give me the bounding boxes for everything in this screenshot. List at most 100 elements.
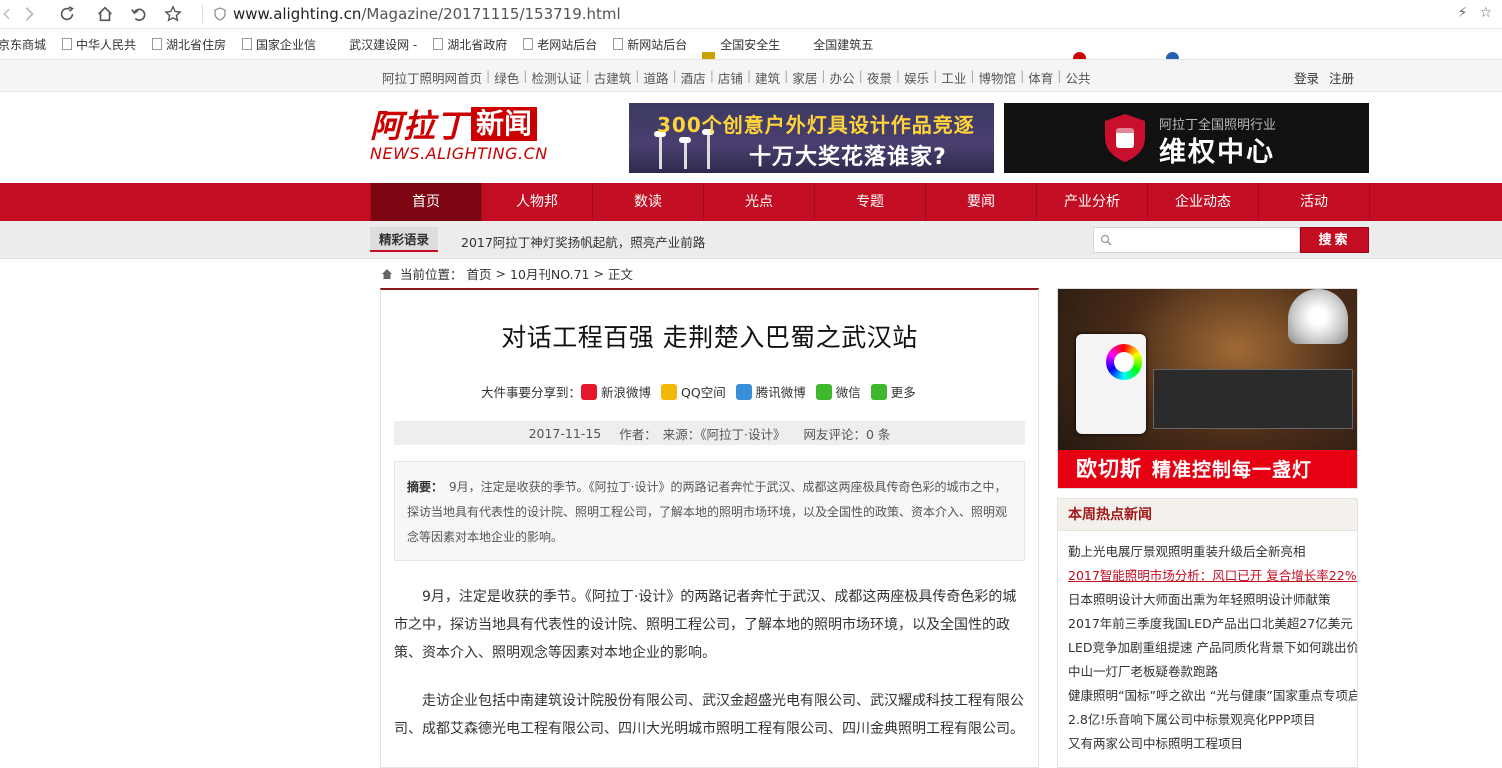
nav-tab[interactable]: 人物邦 — [482, 183, 593, 221]
reload-icon[interactable] — [52, 0, 82, 29]
category-link[interactable]: 娱乐 — [904, 68, 929, 87]
color-wheel-graphic — [1106, 344, 1142, 380]
lightning-icon[interactable]: ⚡ — [1458, 5, 1468, 21]
undo-icon[interactable] — [124, 0, 154, 29]
bookmark-item[interactable]: 湖北省住房 — [152, 36, 226, 53]
forward-icon[interactable] — [14, 0, 44, 29]
share-label: 微信 — [835, 385, 861, 400]
nav-tab[interactable]: 产业分析 — [1037, 183, 1148, 221]
nav-tab[interactable]: 要闻 — [926, 183, 1037, 221]
article-meta: 2017-11-15 作者： 来源：《阿拉丁·设计》 网友评论：0 条 — [394, 421, 1025, 445]
bookmark-item[interactable]: 国家企业信 — [242, 36, 316, 53]
share-label: 新浪微博 — [601, 385, 652, 400]
link-separator: | — [585, 68, 590, 83]
category-link[interactable]: 阿拉丁照明网首页 — [382, 68, 482, 87]
banner-ad-design-contest[interactable]: 300个创意户外灯具设计作品竞逐 十万大奖花落谁家? — [629, 103, 994, 173]
link-separator: | — [858, 68, 863, 83]
category-link[interactable]: 博物馆 — [979, 68, 1017, 87]
bookmarks-bar: 京东商城 中华人民共 湖北省住房 国家企业信 武汉建设网 - 湖北省政府 老网站… — [0, 29, 1502, 60]
category-link[interactable]: 家居 — [792, 68, 817, 87]
share-button[interactable]: 更多 — [870, 382, 916, 401]
streetlamp-graphic — [684, 143, 687, 169]
banner-ad-rights-center[interactable]: 阿拉丁全国照明行业 维权中心 — [1004, 103, 1369, 173]
address-bar[interactable]: www.alighting.cn/Magazine/20171115/15371… — [213, 0, 621, 29]
page-icon — [152, 38, 163, 50]
breadcrumb-home[interactable]: 首页 — [467, 264, 492, 283]
nav-tab[interactable]: 企业动态 — [1148, 183, 1259, 221]
bookmark-item[interactable]: 湖北省政府 — [433, 36, 507, 53]
bookmark-star-icon[interactable] — [158, 0, 188, 29]
category-link[interactable]: 酒店 — [681, 68, 706, 87]
nav-tab[interactable]: 专题 — [815, 183, 926, 221]
nav-tab[interactable]: 光点 — [704, 183, 815, 221]
quote-tag: 精彩语录 — [370, 227, 439, 252]
side-ad-lighting-control[interactable]: 欧切斯 精准控制每一盏灯 — [1057, 288, 1358, 489]
favorite-star-icon[interactable]: ☆ — [1479, 5, 1492, 21]
category-link[interactable]: 公共 — [1066, 68, 1091, 87]
hot-news-item[interactable]: 中山一灯厂老板疑卷款跑路 — [1068, 660, 1357, 684]
hot-news-item[interactable]: 2017智能照明市场分析：风口已开 复合增长率22%! — [1068, 564, 1357, 588]
bookmark-item[interactable]: 老网站后台 — [523, 36, 597, 53]
site-logo[interactable]: 阿拉丁 新闻 NEWS.ALIGHTING.CN — [370, 106, 565, 168]
category-link[interactable]: 体育 — [1028, 68, 1053, 87]
nav-tab[interactable]: 数读 — [593, 183, 704, 221]
breadcrumb-issue[interactable]: 10月刊NO.71 — [510, 264, 589, 283]
side-ad-brand: 欧切斯 — [1076, 457, 1142, 481]
logo-en-text: NEWS.ALIGHTING.CN — [370, 144, 548, 163]
category-link[interactable]: 店铺 — [718, 68, 743, 87]
share-button[interactable]: 微信 — [815, 382, 861, 401]
hot-news-item[interactable]: LED竞争加剧重组提速 产品同质化背景下如何跳出价 — [1068, 636, 1357, 660]
category-link[interactable]: 办公 — [830, 68, 855, 87]
link-separator: | — [672, 68, 677, 83]
share-button[interactable]: 腾讯微博 — [735, 382, 806, 401]
hot-news-title: 本周热点新闻 — [1058, 499, 1357, 531]
nav-tab[interactable]: 首页 — [371, 183, 482, 221]
bookmark-item[interactable]: 全国安全生 — [703, 36, 1087, 59]
hot-news-item[interactable]: 健康照明“国标”呼之欲出 “光与健康”国家重点专项启 — [1068, 684, 1357, 708]
hot-news-item[interactable]: 2017年前三季度我国LED产品出口北美超27亿美元 — [1068, 612, 1357, 636]
bookmark-label: 湖北省住房 — [166, 37, 227, 52]
site-info-icon[interactable] — [213, 7, 227, 21]
link-separator: | — [635, 68, 640, 83]
category-link[interactable]: 建筑 — [755, 68, 780, 87]
banner-big-text: 维权中心 — [1159, 137, 1275, 168]
category-link[interactable]: 绿色 — [494, 68, 519, 87]
category-link[interactable]: 工业 — [941, 68, 966, 87]
link-separator: | — [895, 68, 901, 83]
bookmark-item[interactable]: 武汉建设网 - — [332, 36, 716, 59]
link-separator: | — [486, 68, 491, 83]
login-link[interactable]: 登录 — [1294, 68, 1319, 87]
search-button[interactable]: 搜索 — [1300, 227, 1369, 253]
category-link[interactable]: 古建筑 — [594, 68, 632, 87]
hot-news-item[interactable]: 日本照明设计大师面出熏为年轻照明设计师献策 — [1068, 588, 1357, 612]
category-link[interactable]: 检测认证 — [531, 68, 581, 87]
back-icon[interactable] — [0, 0, 14, 29]
home-icon[interactable] — [90, 0, 120, 29]
share-button[interactable]: QQ空间 — [661, 382, 726, 401]
bookmark-item[interactable]: 全国建筑五 — [796, 36, 1180, 59]
category-link[interactable]: 道路 — [643, 68, 668, 87]
link-separator: | — [746, 68, 752, 83]
bookmark-label: 中华人民共 — [76, 37, 137, 52]
browser-toolbar: www.alighting.cn/Magazine/20171115/15371… — [0, 0, 1502, 29]
share-button[interactable]: 新浪微博 — [581, 382, 651, 401]
breadcrumb: 当前位置： 首页 > 10月刊NO.71 > 正文 — [382, 264, 633, 283]
hot-news-item[interactable]: 又有两家公司中标照明工程项目 — [1068, 732, 1357, 756]
share-icon — [581, 383, 598, 400]
hot-news-item[interactable]: 勤上光电展厅景观照明重装升级后全新亮相 — [1068, 540, 1357, 564]
article-comments[interactable]: 网友评论：0 条 — [803, 424, 890, 443]
search-input[interactable] — [1093, 227, 1300, 253]
bookmark-item[interactable]: 新网站后台 — [613, 36, 687, 53]
bookmark-label: 国家企业信 — [256, 37, 317, 52]
bookmark-item[interactable]: 京东商城 — [0, 36, 46, 53]
register-link[interactable]: 注册 — [1329, 68, 1354, 87]
category-link[interactable]: 夜景 — [867, 68, 892, 87]
link-separator: | — [523, 68, 528, 83]
nav-tab[interactable]: 活动 — [1259, 183, 1370, 221]
hot-news-item[interactable]: 2.8亿!乐音响下属公司中标景观亮化PPP项目 — [1068, 708, 1357, 732]
bookmark-item[interactable]: 中华人民共 — [62, 36, 136, 53]
ticker-message-link[interactable]: 2017阿拉丁神灯奖扬帆起航，照亮产业前路 — [461, 232, 705, 251]
banner-subline: 十万大奖花落谁家? — [749, 145, 947, 170]
side-ad-slogan: 精准控制每一盏灯 — [1152, 459, 1313, 481]
share-icon — [870, 383, 887, 400]
